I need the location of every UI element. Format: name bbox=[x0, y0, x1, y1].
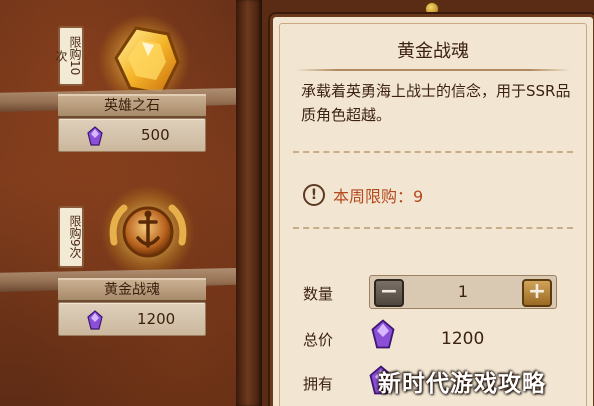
price-plate: 500 bbox=[58, 118, 206, 152]
wood-divider bbox=[236, 0, 262, 406]
purple-crystal-icon bbox=[87, 126, 103, 146]
own-label: 拥有 bbox=[303, 375, 334, 393]
weekly-limit: ! 本周限购：9 bbox=[303, 183, 423, 207]
plus-button[interactable]: + bbox=[522, 279, 552, 307]
limit-tag: 限购10次 bbox=[54, 26, 84, 86]
divider bbox=[293, 227, 573, 229]
item-detail-panel: 黄金战魂 承载着英勇海上战士的信念，用于SSR品质角色超越。 ! 本周限购：9 … bbox=[270, 14, 594, 406]
price-plate: 1200 bbox=[58, 302, 206, 336]
total-label: 总价 bbox=[303, 331, 334, 349]
purple-crystal-icon bbox=[87, 310, 103, 330]
total-value: 1200 bbox=[441, 329, 485, 349]
detail-description: 承载着英勇海上战士的信念，用于SSR品质角色超越。 bbox=[301, 82, 571, 124]
detail-title: 黄金战魂 bbox=[397, 41, 469, 62]
item-price: 1200 bbox=[137, 310, 176, 328]
minus-button[interactable]: − bbox=[374, 279, 404, 307]
quantity-stepper: − 1 + bbox=[369, 275, 557, 309]
divider bbox=[293, 151, 573, 153]
purple-crystal-icon bbox=[371, 319, 395, 349]
quantity-value[interactable]: 1 bbox=[410, 282, 516, 301]
item-price: 500 bbox=[141, 126, 170, 144]
item-name: 英雄之石 bbox=[58, 94, 206, 118]
item-name: 黄金战魂 bbox=[58, 278, 206, 302]
weekly-limit-text: 本周限购：9 bbox=[333, 187, 424, 206]
exclamation-icon: ! bbox=[303, 184, 325, 206]
golden-anchor-emblem-icon bbox=[101, 185, 195, 279]
quantity-label: 数量 bbox=[303, 285, 334, 303]
divider bbox=[295, 69, 571, 71]
limit-tag: 限购9次 bbox=[58, 206, 84, 268]
watermark: 新时代游戏攻略 bbox=[378, 371, 546, 397]
